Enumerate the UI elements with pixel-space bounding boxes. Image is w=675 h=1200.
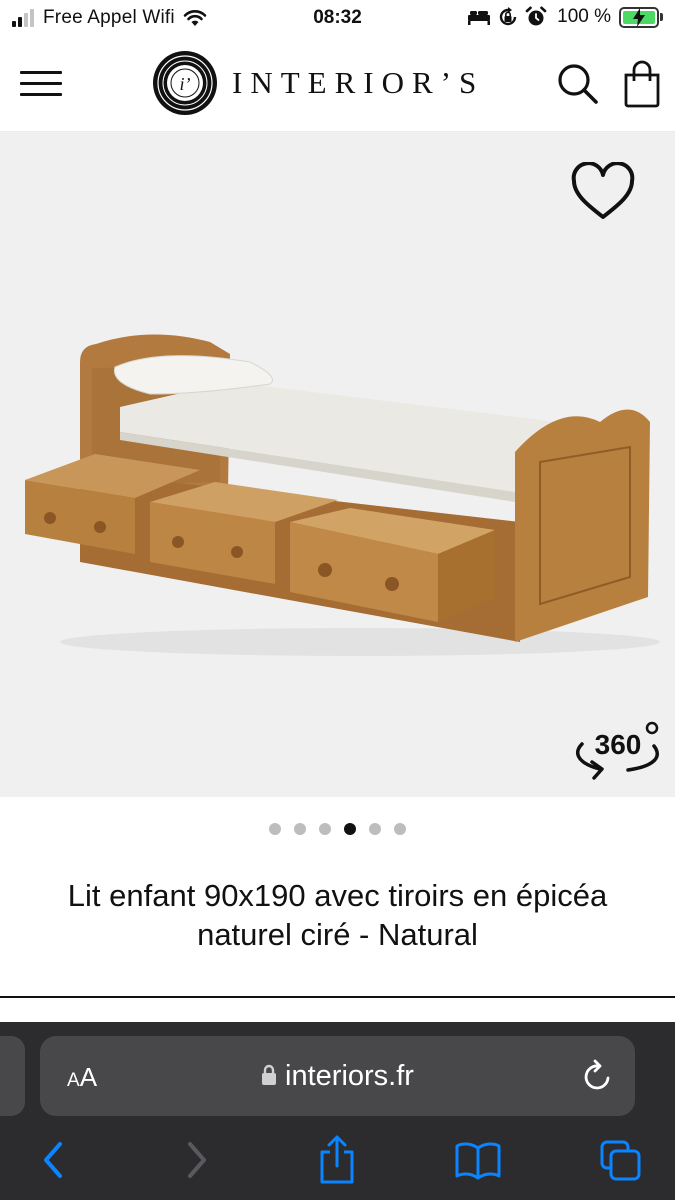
logo-mark-text: i’ [180, 74, 191, 94]
heart-icon[interactable] [570, 162, 636, 222]
carousel-dot[interactable] [269, 823, 281, 835]
reload-icon[interactable] [580, 1058, 614, 1094]
alarm-icon [525, 6, 547, 26]
menu-button[interactable] [20, 71, 62, 101]
shopping-bag-icon[interactable] [622, 60, 662, 108]
status-bar: Free Appel Wifi 08:32 100 % [0, 0, 675, 38]
view-360-label: 360 [595, 729, 642, 760]
safari-bottom-bar [0, 1132, 675, 1192]
share-icon[interactable] [312, 1132, 362, 1188]
back-icon[interactable] [28, 1132, 78, 1188]
battery-charging-icon [619, 6, 659, 28]
carousel-dot[interactable] [319, 823, 331, 835]
orientation-lock-icon [499, 7, 517, 26]
search-icon[interactable] [556, 62, 600, 106]
logo-mark-icon: i’ [153, 51, 217, 115]
carousel-dot[interactable] [294, 823, 306, 835]
address-bar[interactable]: AA interiors.fr [40, 1036, 635, 1116]
site-header: i’ INTERIOR’S [0, 38, 675, 132]
product-gallery[interactable]: 360 [0, 132, 675, 797]
url-display[interactable]: interiors.fr [40, 1060, 635, 1093]
carousel-dot[interactable] [369, 823, 381, 835]
lock-icon [262, 1064, 277, 1085]
site-logo[interactable]: i’ INTERIOR’S [150, 48, 484, 118]
divider [0, 996, 675, 998]
carousel-dot[interactable] [394, 823, 406, 835]
product-title: Lit enfant 90x190 avec tiroirs en épicéa… [67, 878, 608, 952]
forward-icon[interactable] [172, 1132, 222, 1188]
bookmarks-icon[interactable] [453, 1132, 503, 1188]
carousel-dot[interactable] [344, 823, 356, 835]
view-360-icon[interactable]: 360 [570, 714, 664, 784]
status-right: 100 % [467, 6, 663, 28]
product-image [25, 334, 660, 656]
brand-name: INTERIOR’S [232, 65, 485, 100]
previous-tab-preview[interactable] [0, 1036, 25, 1116]
url-text: interiors.fr [285, 1060, 414, 1092]
carousel-dots [0, 823, 675, 835]
battery-percent: 100 % [557, 6, 611, 27]
tabs-icon[interactable] [596, 1132, 646, 1188]
bed-icon [468, 11, 491, 25]
browser-toolbar: AA interiors.fr [0, 1022, 675, 1200]
battery-cap [660, 13, 663, 21]
